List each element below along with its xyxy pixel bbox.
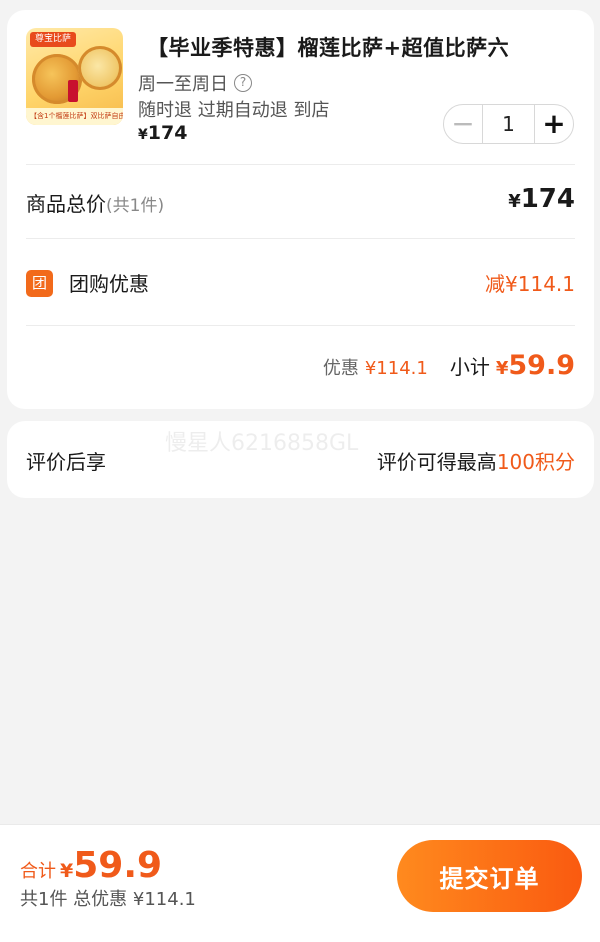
price-value: 174 (147, 122, 188, 144)
submit-order-button[interactable]: 提交订单 (397, 840, 582, 912)
currency-symbol: ¥ (508, 191, 521, 212)
divider (26, 238, 575, 239)
review-reward: 评价可得最高100积分 (377, 446, 575, 475)
drink-graphic (68, 80, 78, 102)
quantity-value[interactable]: 1 (482, 105, 535, 143)
availability-text: 周一至周日 (138, 74, 228, 95)
subtotal-amount: 59.9 (508, 350, 575, 381)
discount-label: 优惠 (322, 358, 359, 379)
currency-symbol: ¥ (60, 860, 74, 882)
product-title: 【毕业季特惠】榴莲比萨+超值比萨六 (147, 36, 510, 60)
help-circle-icon[interactable]: ? (234, 74, 252, 92)
currency-symbol: ¥ (138, 127, 148, 143)
divider (26, 325, 575, 326)
product-image-brand: 尊宝比萨 (30, 32, 77, 47)
product-availability: 周一至周日 ? (138, 70, 252, 96)
group-discount-label: 团购优惠 (69, 272, 149, 296)
item-count: (共1件) (106, 196, 165, 216)
product-image[interactable]: 尊宝比萨 【含1个榴莲比萨】双比萨自由任选 (26, 28, 123, 125)
review-reward-card[interactable]: 评价后享 评价可得最高100积分 (7, 421, 594, 498)
subtotal-line: 优惠 ¥114.1 小计 ¥59.9 (323, 350, 575, 381)
discount-value: ¥114.1 (364, 358, 428, 379)
quantity-stepper: − 1 + (443, 104, 574, 144)
grand-total-amount: 59.9 (73, 845, 163, 886)
pizza-graphic (78, 46, 122, 90)
refund-policy: 随时退 过期自动退 到店 (138, 100, 330, 121)
checkout-summary: 共1件 总优惠 ¥114.1 (20, 889, 196, 910)
total-price-label: 商品总价(共1件) (26, 188, 164, 217)
product-image-banner: 【含1个榴莲比萨】双比萨自由任选 (26, 108, 123, 125)
total-price-value: ¥174 (508, 184, 575, 214)
total-price-text: 商品总价 (26, 192, 106, 216)
grand-total-label: 合计 (20, 861, 56, 882)
order-card: 尊宝比萨 【含1个榴莲比萨】双比萨自由任选 【毕业季特惠】榴莲比萨+超值比萨六 … (7, 10, 594, 409)
checkout-bar: 合计 ¥59.9 共1件 总优惠 ¥114.1 提交订单 (0, 824, 600, 942)
divider (26, 164, 575, 165)
review-reward-points: 100积分 (496, 450, 575, 474)
subtotal-value: ¥59.9 (496, 350, 575, 381)
review-reward-prefix: 评价可得最高 (376, 450, 497, 474)
group-discount-value: 减¥114.1 (485, 272, 575, 296)
grand-total-value: ¥59.9 (60, 845, 162, 886)
group-buy-icon: 团 (26, 270, 53, 297)
minus-icon[interactable]: − (444, 105, 482, 143)
subtotal-label: 小计 (449, 355, 490, 379)
product-price: ¥174 (138, 122, 187, 144)
total-amount: 174 (520, 184, 575, 214)
review-label: 评价后享 (26, 450, 106, 474)
grand-total: 合计 ¥59.9 (20, 845, 162, 886)
plus-icon[interactable]: + (535, 105, 573, 143)
currency-symbol: ¥ (495, 358, 509, 379)
